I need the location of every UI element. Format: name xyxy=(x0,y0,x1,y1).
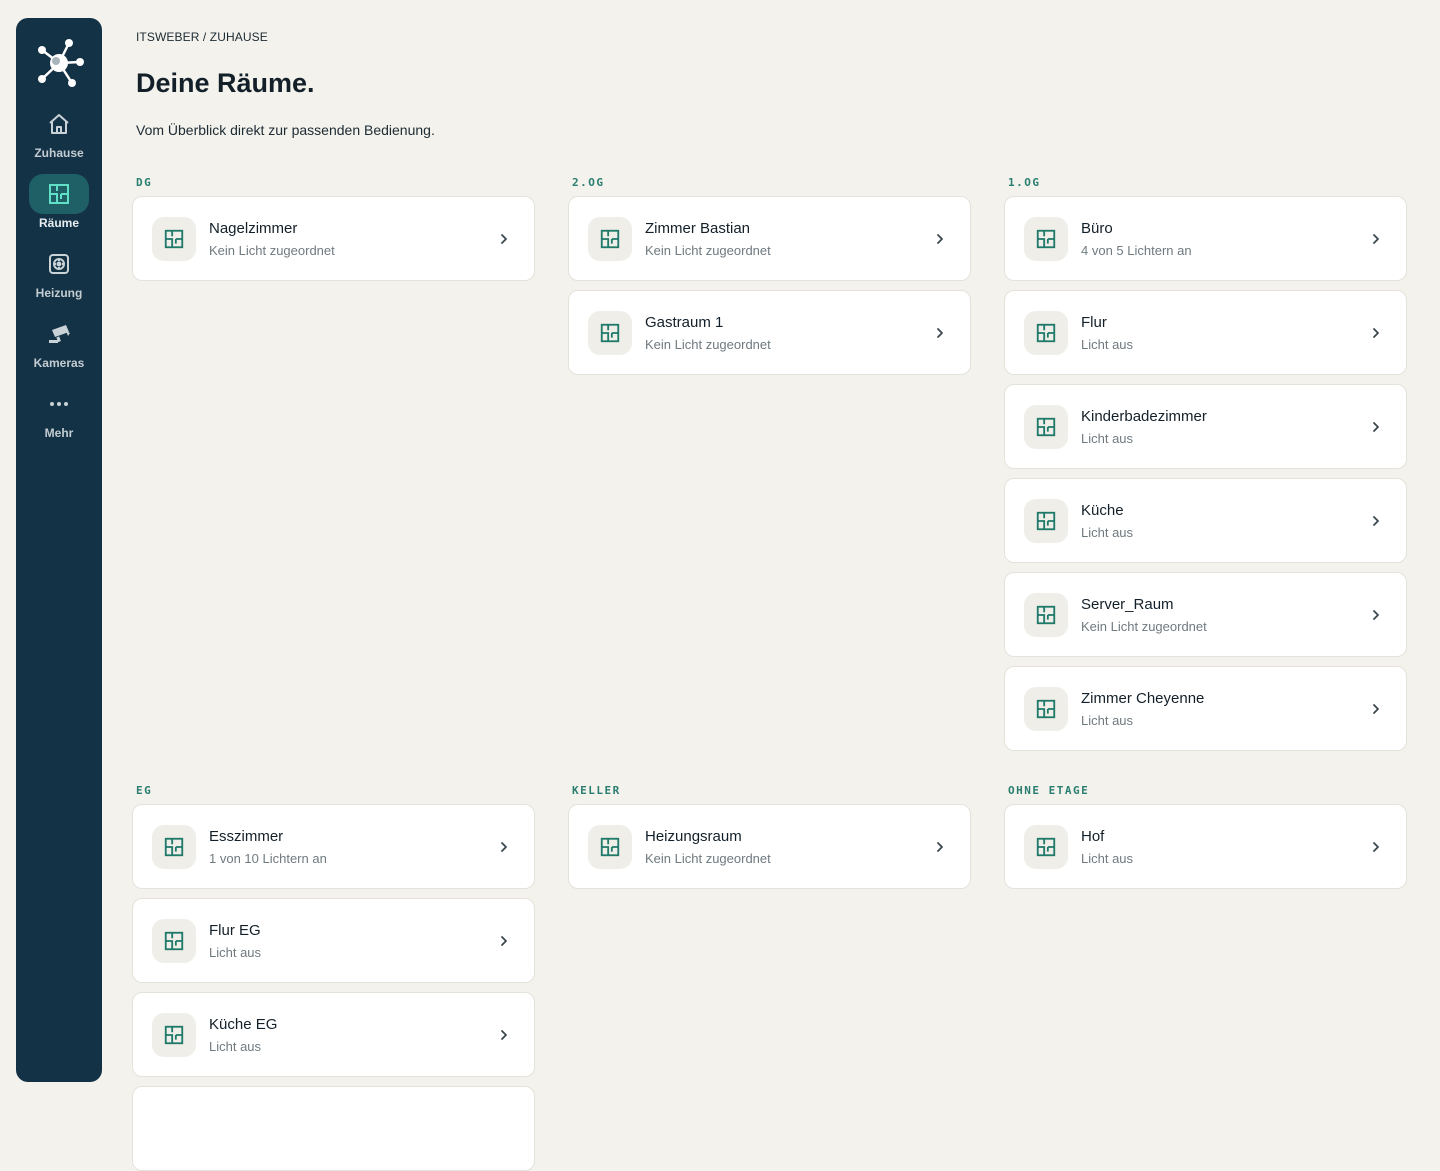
room-card[interactable]: Esszimmer 1 von 10 Lichtern an xyxy=(132,804,535,889)
room-card[interactable]: Küche Licht aus xyxy=(1004,478,1407,563)
floor-label: 1.OG xyxy=(1008,176,1041,189)
app-logo-icon[interactable] xyxy=(32,36,86,90)
room-name: Zimmer Bastian xyxy=(645,220,751,237)
home-icon xyxy=(29,104,89,144)
heater-icon xyxy=(29,244,89,284)
floorplan-icon xyxy=(1024,593,1068,637)
sidebar: Zuhause Räume Heizung Kameras Mehr xyxy=(16,18,102,1082)
chevron-right-icon xyxy=(1373,610,1379,620)
chevron-right-icon xyxy=(501,842,507,852)
floorplan-icon xyxy=(1024,405,1068,449)
room-name: Küche xyxy=(1081,502,1124,519)
room-name: Küche EG xyxy=(209,1016,278,1033)
room-card[interactable]: Zimmer Cheyenne Licht aus xyxy=(1004,666,1407,751)
floorplan-icon xyxy=(1024,499,1068,543)
chevron-right-icon xyxy=(1373,234,1379,244)
room-status: Kein Licht zugeordnet xyxy=(645,851,771,866)
floorplan-icon xyxy=(152,1013,196,1057)
more-dots-icon xyxy=(29,384,89,424)
room-status: 1 von 10 Lichtern an xyxy=(209,851,327,866)
room-status: 4 von 5 Lichtern an xyxy=(1081,243,1192,258)
nav-item-mehr[interactable]: Mehr xyxy=(19,384,99,454)
nav-label: Heizung xyxy=(35,286,83,300)
room-name: Nagelzimmer xyxy=(209,220,298,237)
room-name: Esszimmer xyxy=(209,828,284,845)
nav-label: Zuhause xyxy=(34,146,84,160)
floor-label: DG xyxy=(136,176,153,189)
nav-item-raeume[interactable]: Räume xyxy=(19,174,99,244)
chevron-right-icon xyxy=(937,328,943,338)
chevron-right-icon xyxy=(1373,422,1379,432)
chevron-right-icon xyxy=(501,234,507,244)
floor-label: 2.OG xyxy=(572,176,605,189)
room-card[interactable]: Heizungsraum Kein Licht zugeordnet xyxy=(568,804,971,889)
room-status: Kein Licht zugeordnet xyxy=(209,243,335,258)
room-name: Büro xyxy=(1081,220,1113,237)
page-subtitle: Vom Überblick direkt zur passenden Bedie… xyxy=(136,122,435,138)
nav-label: Räume xyxy=(38,216,79,230)
room-card[interactable] xyxy=(132,1086,535,1171)
floor-label: EG xyxy=(136,784,153,797)
room-card[interactable]: Gastraum 1 Kein Licht zugeordnet xyxy=(568,290,971,375)
chevron-right-icon xyxy=(1373,328,1379,338)
chevron-right-icon xyxy=(501,936,507,946)
room-status: Licht aus xyxy=(209,1039,262,1054)
room-card[interactable]: Server_Raum Kein Licht zugeordnet xyxy=(1004,572,1407,657)
room-status: Licht aus xyxy=(1081,851,1134,866)
room-status: Licht aus xyxy=(1081,525,1134,540)
chevron-right-icon xyxy=(937,842,943,852)
nav-item-heizung[interactable]: Heizung xyxy=(19,244,99,314)
room-card[interactable]: Küche EG Licht aus xyxy=(132,992,535,1077)
page-title: Deine Räume. xyxy=(136,68,315,98)
room-name: Hof xyxy=(1081,828,1105,845)
chevron-right-icon xyxy=(1373,704,1379,714)
floorplan-icon xyxy=(1024,217,1068,261)
room-card[interactable]: Flur Licht aus xyxy=(1004,290,1407,375)
room-status: Licht aus xyxy=(1081,713,1134,728)
room-card[interactable]: Zimmer Bastian Kein Licht zugeordnet xyxy=(568,196,971,281)
floorplan-icon xyxy=(588,217,632,261)
nav-label: Mehr xyxy=(44,426,74,440)
floorplan-icon xyxy=(152,919,196,963)
floor-label: OHNE ETAGE xyxy=(1008,784,1090,797)
room-status: Licht aus xyxy=(1081,431,1134,446)
floor-label: KELLER xyxy=(572,784,621,797)
floorplan-icon xyxy=(152,217,196,261)
room-status: Kein Licht zugeordnet xyxy=(645,243,771,258)
room-card[interactable]: Hof Licht aus xyxy=(1004,804,1407,889)
chevron-right-icon xyxy=(501,1030,507,1040)
chevron-right-icon xyxy=(1373,516,1379,526)
room-name: Heizungsraum xyxy=(645,828,742,845)
room-name: Flur xyxy=(1081,314,1107,331)
nav-label: Kameras xyxy=(33,356,85,370)
room-card[interactable]: Kinderbadezimmer Licht aus xyxy=(1004,384,1407,469)
room-card[interactable]: Flur EG Licht aus xyxy=(132,898,535,983)
room-name: Zimmer Cheyenne xyxy=(1081,690,1205,707)
room-name: Gastraum 1 xyxy=(645,314,724,331)
floorplan-icon xyxy=(1024,687,1068,731)
room-status: Kein Licht zugeordnet xyxy=(1081,619,1207,634)
room-status: Kein Licht zugeordnet xyxy=(645,337,771,352)
floorplan-icon xyxy=(152,825,196,869)
floorplan-icon xyxy=(588,825,632,869)
breadcrumb: ITSWEBER / ZUHAUSE xyxy=(136,30,268,44)
camera-icon xyxy=(29,314,89,354)
floorplan-icon xyxy=(1024,825,1068,869)
nav-item-zuhause[interactable]: Zuhause xyxy=(19,104,99,174)
floorplan-icon xyxy=(588,311,632,355)
room-status: Licht aus xyxy=(1081,337,1134,352)
floorplan-icon xyxy=(29,174,89,214)
room-status: Licht aus xyxy=(209,945,262,960)
floorplan-icon xyxy=(1024,311,1068,355)
room-name: Server_Raum xyxy=(1081,596,1174,613)
chevron-right-icon xyxy=(1373,842,1379,852)
nav-item-kameras[interactable]: Kameras xyxy=(19,314,99,384)
room-name: Kinderbadezimmer xyxy=(1081,408,1207,425)
room-card[interactable]: Büro 4 von 5 Lichtern an xyxy=(1004,196,1407,281)
room-name: Flur EG xyxy=(209,922,261,939)
chevron-right-icon xyxy=(937,234,943,244)
room-card[interactable]: Nagelzimmer Kein Licht zugeordnet xyxy=(132,196,535,281)
